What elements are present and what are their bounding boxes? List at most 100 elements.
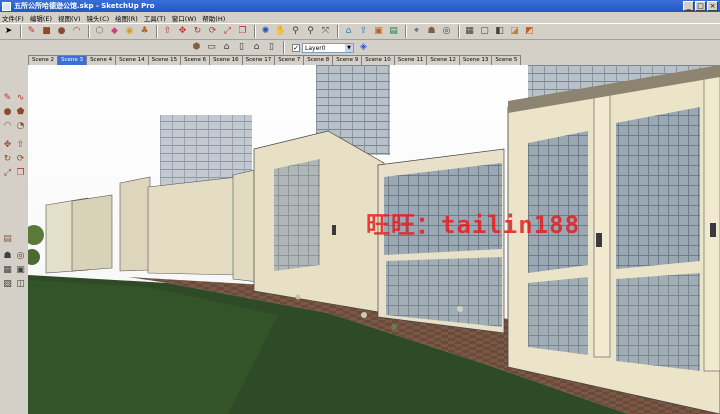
wall-lamp bbox=[332, 225, 336, 235]
extension-warehouse-icon[interactable]: ▤ bbox=[387, 25, 400, 38]
tab-scene[interactable]: Scene 13 bbox=[458, 55, 493, 65]
tab-scene[interactable]: Scene 14 bbox=[115, 55, 149, 65]
maximize-button[interactable]: □ bbox=[695, 1, 706, 11]
look-around-icon[interactable]: ◎ bbox=[440, 25, 453, 38]
front-glass-lower bbox=[528, 277, 588, 355]
move-tool-icon[interactable]: ✥ bbox=[176, 25, 189, 38]
right-view-icon[interactable]: ▯ bbox=[235, 41, 248, 54]
drape-icon[interactable]: ▧ bbox=[1, 278, 14, 291]
paint-bucket-icon[interactable]: ♣ bbox=[138, 25, 151, 38]
get-models-icon[interactable]: ⌂ bbox=[342, 25, 355, 38]
layer-manager-icon[interactable]: ◈ bbox=[357, 41, 370, 54]
pie-icon[interactable]: ◔ bbox=[14, 120, 27, 133]
toolbar-separator bbox=[20, 25, 22, 38]
watermark-text: 旺旺：tailin188 bbox=[366, 211, 581, 239]
tab-scene-active[interactable]: Scene 3 bbox=[57, 55, 88, 65]
follow-me-icon[interactable]: ⟳ bbox=[206, 25, 219, 38]
zoom-extents-icon[interactable]: ⤧ bbox=[319, 25, 332, 38]
offset-tool-icon[interactable]: ❐ bbox=[236, 25, 249, 38]
sketchup-window: 五所公所哈德逊公馆.skp - SketchUp Pro _ □ × 文件(F)… bbox=[0, 0, 720, 414]
toolbar-separator bbox=[283, 41, 285, 54]
flip-edge-icon[interactable]: ◫ bbox=[14, 278, 27, 291]
stamp-icon[interactable]: ▣ bbox=[14, 264, 27, 277]
pencil-icon[interactable]: ✎ bbox=[1, 92, 14, 105]
walk-tool-icon[interactable]: ☗ bbox=[425, 25, 438, 38]
walk-icon[interactable]: ☗ bbox=[1, 250, 14, 263]
tab-scene[interactable]: Scene 6 bbox=[180, 55, 211, 65]
tab-scene[interactable]: Scene 5 bbox=[491, 55, 522, 65]
share-model-icon[interactable]: ⇪ bbox=[357, 25, 370, 38]
menu-edit[interactable]: 编辑(E) bbox=[30, 13, 58, 23]
scale-icon[interactable]: ⤢ bbox=[1, 167, 14, 180]
tab-scene[interactable]: Scene 4 bbox=[86, 55, 117, 65]
menu-camera[interactable]: 镜头(C) bbox=[87, 13, 116, 23]
shaded-icon[interactable]: ◪ bbox=[508, 25, 521, 38]
layer-dropdown[interactable]: Layer0 ▼ bbox=[302, 42, 354, 53]
tab-scene[interactable]: Scene 16 bbox=[209, 55, 243, 65]
freehand-icon[interactable]: ∿ bbox=[14, 92, 27, 105]
section-plane-icon[interactable]: ▤ bbox=[1, 233, 14, 246]
tab-scene[interactable]: Scene 17 bbox=[241, 55, 276, 65]
component-icon[interactable]: ▣ bbox=[372, 25, 385, 38]
menu-file[interactable]: 文件(F) bbox=[2, 13, 30, 23]
tab-scene[interactable]: Scene 11 bbox=[393, 55, 428, 65]
pan-tool-icon[interactable]: ✋ bbox=[274, 25, 287, 38]
look-around-icon[interactable]: ◎ bbox=[14, 250, 27, 263]
wall-lamp bbox=[710, 223, 716, 237]
zoom-tool-icon[interactable]: ⚲ bbox=[289, 25, 302, 38]
back-view-icon[interactable]: ⌂ bbox=[250, 41, 263, 54]
person-figure bbox=[361, 312, 367, 318]
hidden-line-icon[interactable]: ◧ bbox=[493, 25, 506, 38]
menu-tools[interactable]: 工具(T) bbox=[144, 13, 172, 23]
minimize-button[interactable]: _ bbox=[683, 1, 694, 11]
push-pull-icon[interactable]: ⇧ bbox=[161, 25, 174, 38]
menu-view[interactable]: 视图(V) bbox=[58, 13, 87, 23]
line-tool-icon[interactable]: ✎ bbox=[25, 25, 38, 38]
sandbox-icon[interactable]: ▦ bbox=[1, 264, 14, 277]
wireframe-icon[interactable]: ▢ bbox=[478, 25, 491, 38]
tab-scene[interactable]: Scene 12 bbox=[426, 55, 460, 65]
push-pull-icon[interactable]: ⇧ bbox=[14, 139, 27, 152]
orbit-tool-icon[interactable]: ✺ bbox=[259, 25, 272, 38]
rotate-tool-icon[interactable]: ↻ bbox=[191, 25, 204, 38]
iso-view-icon[interactable]: ⬢ bbox=[190, 41, 203, 54]
polygon-icon[interactable]: ⬟ bbox=[14, 106, 27, 119]
tab-scene[interactable]: Scene 7 bbox=[274, 55, 305, 65]
offset-icon[interactable]: ❐ bbox=[14, 167, 27, 180]
shaded-textures-icon[interactable]: ◩ bbox=[523, 25, 536, 38]
sketchup-app-icon bbox=[2, 1, 11, 11]
menu-window[interactable]: 窗口(W) bbox=[172, 13, 203, 23]
tab-scene[interactable]: Scene 10 bbox=[361, 55, 395, 65]
menu-draw[interactable]: 绘图(R) bbox=[115, 13, 144, 23]
scale-tool-icon[interactable]: ⤢ bbox=[221, 25, 234, 38]
camera-position-icon[interactable]: ⌖ bbox=[410, 25, 423, 38]
move-icon[interactable]: ✥ bbox=[1, 139, 14, 152]
window-controls: _ □ × bbox=[683, 1, 718, 11]
front-glass-upper bbox=[528, 131, 588, 273]
rectangle-tool-icon[interactable]: ■ bbox=[40, 25, 53, 38]
eraser-tool-icon[interactable]: ◆ bbox=[108, 25, 121, 38]
zoom-window-icon[interactable]: ⚲ bbox=[304, 25, 317, 38]
follow-me-icon[interactable]: ⟳ bbox=[14, 153, 27, 166]
model-viewport[interactable]: 旺旺：tailin188 bbox=[28, 65, 720, 414]
arc-tool-icon[interactable]: ◠ bbox=[70, 25, 83, 38]
tab-scene[interactable]: Scene 8 bbox=[303, 55, 334, 65]
x-ray-icon[interactable]: ▦ bbox=[463, 25, 476, 38]
arc-icon[interactable]: ◠ bbox=[1, 120, 14, 133]
circle-tool-icon[interactable]: ● bbox=[55, 25, 68, 38]
tape-measure-icon[interactable]: ◉ bbox=[123, 25, 136, 38]
make-component-icon[interactable]: ⬡ bbox=[93, 25, 106, 38]
rotate-icon[interactable]: ↻ bbox=[1, 153, 14, 166]
tab-scene[interactable]: Scene 2 bbox=[28, 55, 59, 65]
main-toolbar: ➤ ✎ ■ ● ◠ ⬡ ◆ ◉ ♣ ⇧ ✥ ↻ ⟳ ⤢ ❐ ✺ ✋ ⚲ ⚲ ⤧ … bbox=[0, 23, 720, 40]
left-view-icon[interactable]: ▯ bbox=[265, 41, 278, 54]
tab-scene[interactable]: Scene 15 bbox=[147, 55, 182, 65]
close-button[interactable]: × bbox=[707, 1, 718, 11]
select-tool-icon[interactable]: ➤ bbox=[2, 25, 15, 38]
top-view-icon[interactable]: ▭ bbox=[205, 41, 218, 54]
menu-help[interactable]: 帮助(H) bbox=[202, 13, 231, 23]
front-view-icon[interactable]: ⌂ bbox=[220, 41, 233, 54]
layer-visible-checkbox[interactable]: ✓ bbox=[292, 43, 300, 52]
circle-icon[interactable]: ● bbox=[1, 106, 14, 119]
tab-scene[interactable]: Scene 9 bbox=[332, 55, 363, 65]
